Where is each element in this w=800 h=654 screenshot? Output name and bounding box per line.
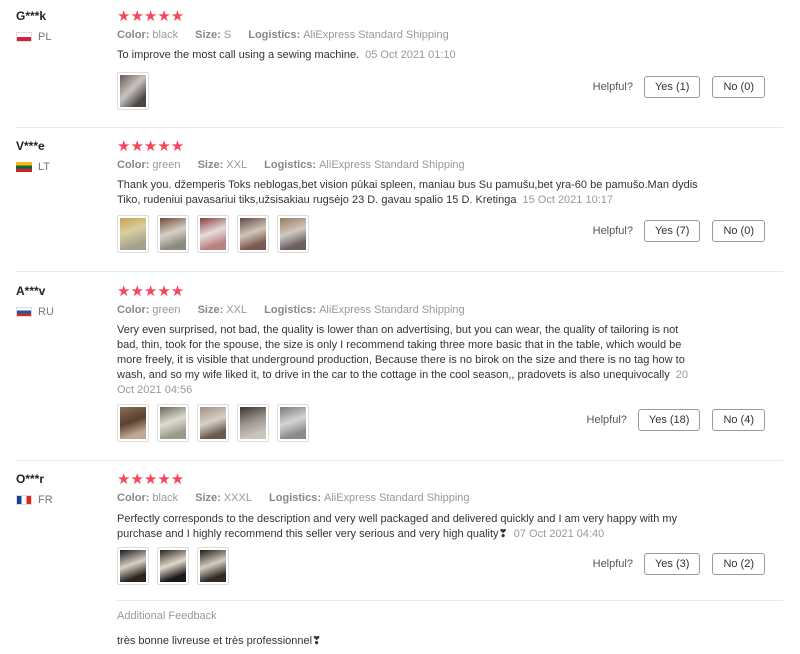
review-photo[interactable]: [197, 547, 229, 585]
reviewer-name: V***e: [16, 139, 45, 153]
reviewer-country: LT: [16, 161, 50, 173]
size-value: XXXL: [223, 492, 252, 504]
reviewer-country: RU: [16, 306, 54, 318]
review-photo[interactable]: [197, 215, 229, 253]
helpful-no-button[interactable]: No (2): [712, 553, 765, 575]
review-attributes: Color: black Size: XXXL Logistics: AliExpre…: [117, 492, 470, 504]
helpful-section: Helpful? Yes (3) No (2): [593, 553, 765, 575]
reviewer-name: A***v: [16, 284, 46, 298]
helpful-yes-button[interactable]: Yes (18): [637, 409, 701, 431]
additional-feedback-title: Additional Feedback: [117, 610, 217, 622]
size-value: S: [223, 29, 232, 41]
color-value: black: [152, 29, 179, 41]
review-photo[interactable]: [277, 404, 309, 442]
logistics-value: AliExpress Standard Shipping: [319, 304, 465, 316]
size-value: XXL: [226, 159, 248, 171]
additional-feedback-text: très bonne livreuse et très professionne…: [117, 635, 322, 647]
logistics-value: AliExpress Standard Shipping: [323, 492, 470, 504]
star-rating: ★★★★★: [117, 471, 185, 488]
review-photo[interactable]: [157, 215, 189, 253]
country-code: FR: [38, 494, 53, 506]
logistics-value: AliExpress Standard Shipping: [319, 159, 465, 171]
star-rating: ★★★★★: [117, 138, 185, 155]
color-value: green: [152, 159, 181, 171]
reviewer-name: O***r: [16, 472, 45, 486]
flag-icon: [16, 307, 32, 317]
review-attributes: Color: black Size: S Logistics: AliExpress …: [117, 29, 449, 41]
helpful-yes-button[interactable]: Yes (3): [643, 553, 701, 575]
reviewer-country: FR: [16, 494, 53, 506]
review-date: 05 Oct 2021 01:10: [365, 49, 456, 61]
helpful-no-button[interactable]: No (0): [712, 76, 765, 98]
helpful-label: Helpful?: [592, 81, 633, 93]
review-photo[interactable]: [157, 547, 189, 585]
helpful-label: Helpful?: [592, 558, 633, 570]
country-code: RU: [38, 306, 54, 318]
review-photos: [117, 72, 149, 110]
review-1: G***k PL ★★★★★ Color: black Size: S Logist…: [0, 0, 785, 127]
star-rating: ★★★★★: [117, 8, 185, 25]
review-attributes: Color: green Size: XXL Logistics: AliExpres…: [117, 304, 465, 316]
review-attributes: Color: green Size: XXL Logistics: AliExpres…: [117, 159, 465, 171]
helpful-no-button[interactable]: No (0): [712, 220, 765, 242]
review-3: A***v RU ★★★★★ Color: green Size: XXL Logi…: [0, 272, 785, 460]
review-date: 15 Oct 2021 10:17: [522, 194, 613, 206]
logistics-value: AliExpress Standard Shipping: [303, 29, 449, 41]
flag-icon: [16, 32, 32, 42]
helpful-label: Helpful?: [586, 414, 627, 426]
country-code: LT: [38, 161, 51, 173]
country-code: PL: [38, 31, 52, 43]
helpful-section: Helpful? Yes (7) No (0): [593, 220, 765, 242]
helpful-section: Helpful? Yes (1) No (0): [593, 76, 765, 98]
review-photos: [117, 547, 229, 585]
helpful-section: Helpful? Yes (18) No (4): [587, 409, 765, 431]
color-value: green: [152, 304, 181, 316]
helpful-yes-button[interactable]: Yes (7): [643, 220, 701, 242]
review-photo[interactable]: [117, 72, 149, 110]
review-text: Perfectly corresponds to the description…: [117, 513, 678, 540]
review-text: Thank you. džemperis Toks neblogas,bet v…: [117, 179, 698, 206]
star-rating: ★★★★★: [117, 283, 185, 300]
review-2: V***e LT ★★★★★ Color: green Size: XXL Logi…: [0, 128, 785, 271]
reviewer-name: G***k: [16, 9, 47, 23]
review-photos: [117, 215, 309, 253]
review-text: To improve the most call using a sewing …: [117, 49, 456, 61]
flag-icon: [16, 495, 32, 505]
color-value: black: [152, 492, 179, 504]
review-photo[interactable]: [117, 547, 149, 585]
review-photo[interactable]: [237, 215, 269, 253]
review-photo[interactable]: [237, 404, 269, 442]
review-photo[interactable]: [197, 404, 229, 442]
review-text: Very even surprised, not bad, the qualit…: [117, 324, 688, 396]
helpful-label: Helpful?: [592, 225, 633, 237]
review-photo[interactable]: [277, 215, 309, 253]
review-date: 07 Oct 2021 04:40: [513, 528, 605, 540]
helpful-yes-button[interactable]: Yes (1): [643, 76, 701, 98]
review-photo[interactable]: [117, 404, 149, 442]
review-4: O***r FR ★★★★★ Color: black Size: XXXL Log…: [0, 461, 785, 654]
flag-icon: [16, 162, 32, 172]
size-value: XXL: [226, 304, 248, 316]
reviewer-country: PL: [16, 31, 51, 43]
review-photo[interactable]: [157, 404, 189, 442]
review-photos: [117, 404, 309, 442]
divider: [117, 600, 783, 601]
helpful-no-button[interactable]: No (4): [712, 409, 765, 431]
review-photo[interactable]: [117, 215, 149, 253]
